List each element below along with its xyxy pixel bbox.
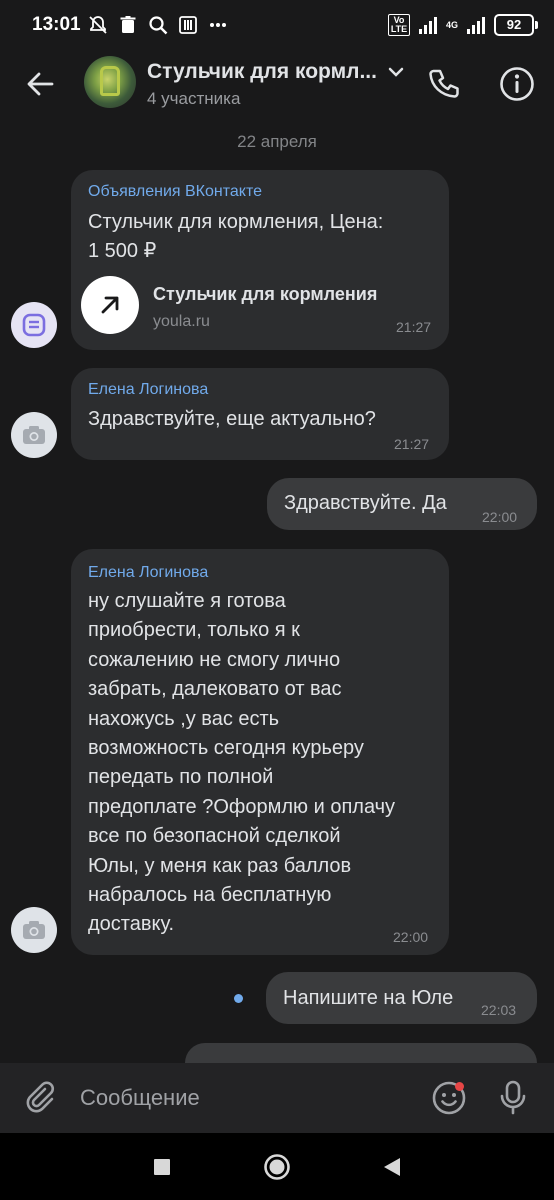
external-link-arrow-icon <box>101 296 119 314</box>
attach-button[interactable] <box>20 1077 60 1117</box>
message-input[interactable] <box>80 1081 400 1115</box>
message-text: Напишите на Юле <box>283 987 454 1009</box>
message-bubble-outgoing[interactable]: Напишите на Юле 22:03 <box>266 972 537 1024</box>
message-text: ну слушайте я готова приобрести, только … <box>88 590 396 936</box>
notifications-off-icon <box>89 16 107 34</box>
message-bubble-outgoing[interactable]: Здравствуйте. Да 22:00 <box>267 478 537 530</box>
recents-button[interactable] <box>148 1153 176 1181</box>
search-icon <box>149 16 168 35</box>
status-left-icons <box>88 12 228 38</box>
paperclip-icon <box>26 1081 54 1113</box>
sender-avatar[interactable] <box>11 302 57 348</box>
new-stickers-badge <box>455 1082 464 1091</box>
camera-icon <box>23 921 45 939</box>
message-time: 21:27 <box>394 436 430 452</box>
status-bar: 13:01 Vo LTE 4G 92 <box>0 0 554 50</box>
phone-icon <box>429 69 459 98</box>
message-composer <box>0 1063 554 1133</box>
unread-indicator <box>234 994 243 1003</box>
message-text: Здравствуйте. Да <box>284 492 447 514</box>
signal-icon <box>418 17 437 34</box>
message-text: Здравствуйте, еще актуально? <box>88 408 376 430</box>
network-4g-tag: 4G <box>445 19 458 30</box>
link-title[interactable]: Стульчик для кормления <box>153 284 377 305</box>
message-time: 22:00 <box>393 929 429 945</box>
message-bubble[interactable]: Объявления ВКонтакте Стульчик для кормле… <box>71 170 449 350</box>
volte-tag: Vo LTE <box>387 14 410 36</box>
chat-avatar[interactable] <box>84 56 136 108</box>
message-text: Стульчик для кормления, Цена: 1 500 ₽ <box>88 211 384 263</box>
voice-message-button[interactable] <box>492 1077 534 1119</box>
link-preview-icon[interactable] <box>81 276 139 334</box>
call-button[interactable] <box>420 61 466 107</box>
sender-avatar[interactable] <box>11 907 57 953</box>
message-time: 22:00 <box>482 509 518 525</box>
home-circle-icon <box>264 1154 290 1180</box>
link-domain: youla.ru <box>153 313 210 330</box>
wifi-signal-icon <box>467 17 485 34</box>
message-bubble[interactable]: Елена Логинова Здравствуйте, еще актуаль… <box>71 368 449 460</box>
chevron-down-icon[interactable] <box>386 65 406 79</box>
recents-square-icon <box>154 1159 170 1175</box>
system-navigation-bar <box>0 1133 554 1200</box>
info-button[interactable] <box>494 61 540 107</box>
more-dots-icon <box>210 23 226 27</box>
chat-members-count: 4 участника <box>147 89 241 108</box>
status-time: 13:01 <box>32 14 81 35</box>
back-nav-button[interactable] <box>378 1153 406 1181</box>
battery-icon: 92 <box>494 14 538 36</box>
sim-icon <box>179 16 197 34</box>
sender-avatar[interactable] <box>11 412 57 458</box>
message-sender[interactable]: Елена Логинова <box>88 564 208 582</box>
camera-icon <box>23 426 45 444</box>
message-sender[interactable]: Елена Логинова <box>88 381 208 399</box>
bot-logo-icon <box>22 313 46 337</box>
message-bubble[interactable]: Елена Логинова ну слушайте я готова прио… <box>71 549 449 955</box>
message-sender[interactable]: Объявления ВКонтакте <box>88 183 262 201</box>
home-button[interactable] <box>263 1153 291 1181</box>
chat-title[interactable]: Стульчик для кормл... <box>147 60 377 84</box>
info-icon <box>500 67 534 101</box>
sticker-button[interactable] <box>428 1077 470 1119</box>
message-time: 21:27 <box>396 319 432 335</box>
back-arrow-icon <box>27 72 54 96</box>
chat-header: Стульчик для кормл... 4 участника <box>0 50 554 120</box>
date-separator: 22 апреля <box>237 132 317 151</box>
back-triangle-icon <box>384 1158 400 1176</box>
microphone-icon <box>500 1080 526 1115</box>
status-right-icons: Vo LTE 4G 92 <box>387 13 538 37</box>
trash-icon <box>120 16 136 33</box>
message-time: 22:03 <box>481 1002 517 1018</box>
back-button[interactable] <box>18 62 62 106</box>
